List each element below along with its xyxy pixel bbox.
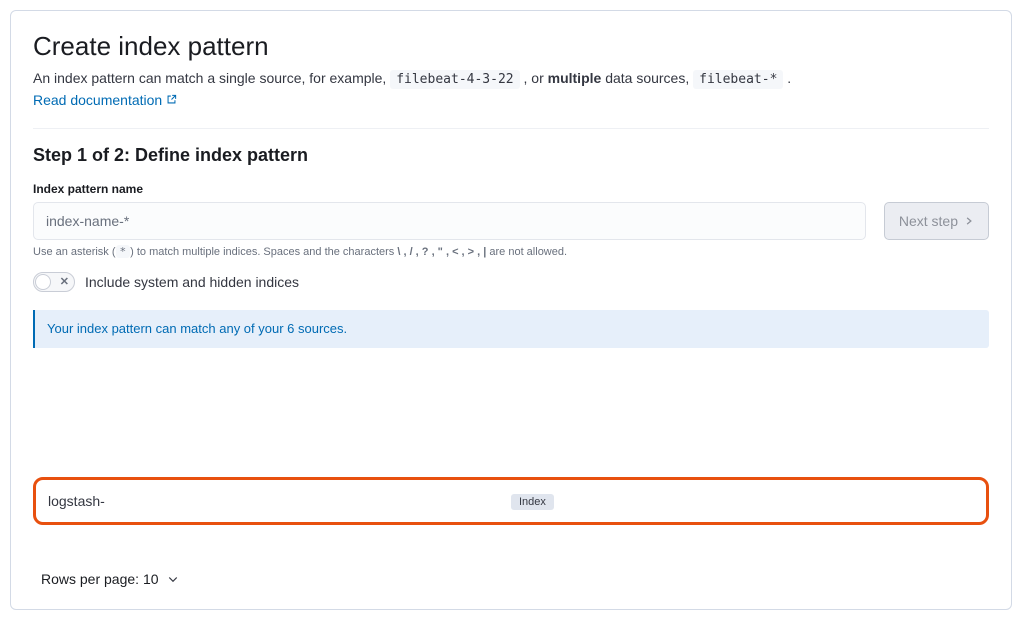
help-prefix: Use an asterisk ( [33, 246, 116, 258]
next-step-label: Next step [899, 213, 958, 229]
include-system-toggle[interactable]: ✕ [33, 272, 75, 292]
desc-text: An index pattern can match a single sour… [33, 70, 390, 86]
toggle-label: Include system and hidden indices [85, 274, 299, 290]
help-chars: \ , / , ? , " , < , > , | [397, 246, 486, 258]
source-type-cell: Index [511, 492, 554, 510]
rows-per-page-button[interactable]: Rows per page: 10 [41, 571, 179, 587]
index-badge: Index [511, 494, 554, 510]
chevron-right-icon [964, 216, 974, 226]
table-row[interactable]: logstash- Index [33, 477, 989, 525]
page-title: Create index pattern [33, 31, 989, 62]
toggle-knob [35, 274, 51, 290]
create-index-pattern-panel: Create index pattern An index pattern ca… [10, 10, 1012, 610]
read-documentation-link[interactable]: Read documentation [33, 92, 177, 108]
help-text: Use an asterisk (*) to match multiple in… [33, 245, 989, 258]
divider [33, 128, 989, 129]
index-pattern-input[interactable] [33, 202, 866, 240]
field-label: Index pattern name [33, 182, 989, 196]
next-step-button[interactable]: Next step [884, 202, 989, 240]
desc-text: . [787, 70, 791, 86]
help-mid: ) to match multiple indices. Spaces and … [130, 246, 397, 258]
code-example-1: filebeat-4-3-22 [390, 70, 519, 89]
toggle-off-icon: ✕ [60, 275, 69, 288]
help-suffix: are not allowed. [486, 246, 567, 258]
toggle-row: ✕ Include system and hidden indices [33, 272, 989, 292]
step-heading: Step 1 of 2: Define index pattern [33, 145, 989, 166]
rows-per-page-label: Rows per page: 10 [41, 571, 159, 587]
callout-text: Your index pattern can match any of your… [47, 321, 347, 336]
external-link-icon [166, 94, 177, 105]
code-example-2: filebeat-* [693, 70, 783, 89]
chevron-down-icon [167, 573, 179, 585]
help-ast: * [116, 245, 131, 258]
field-row: Next step [33, 202, 989, 240]
match-callout: Your index pattern can match any of your… [33, 310, 989, 348]
source-name-cell: logstash- [46, 493, 511, 509]
doc-link-label: Read documentation [33, 92, 162, 108]
desc-text: , or [524, 70, 548, 86]
desc-bold: multiple [548, 70, 602, 86]
desc-text: data sources, [605, 70, 693, 86]
page-subtitle: An index pattern can match a single sour… [33, 68, 989, 90]
